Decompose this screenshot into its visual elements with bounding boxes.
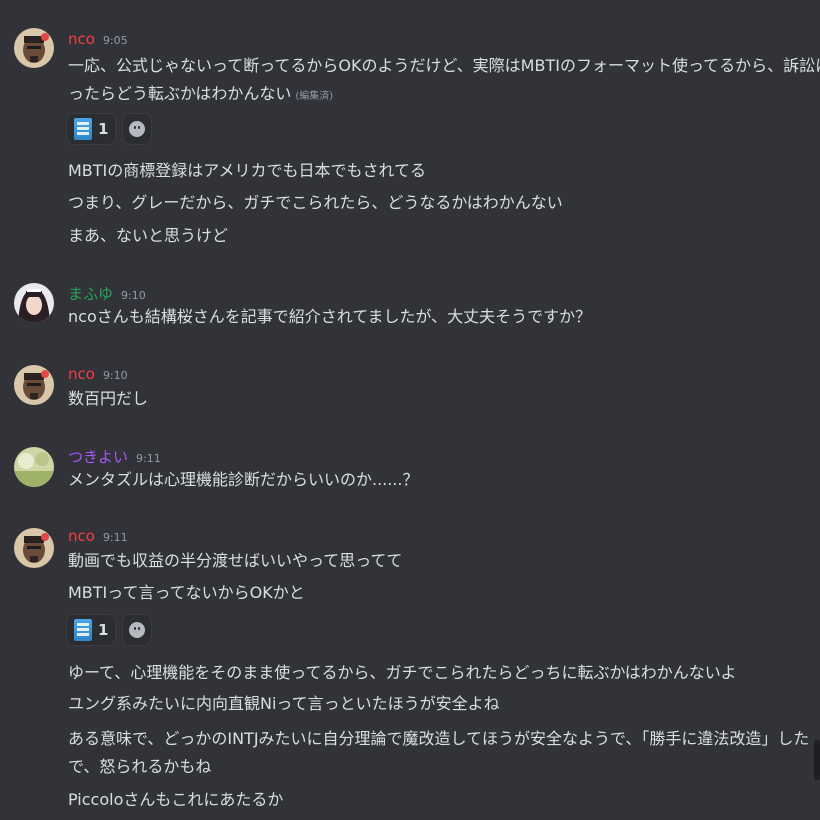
avatar-mafuyu[interactable] <box>14 283 54 323</box>
scrollbar-thumb[interactable] <box>814 740 820 780</box>
chat-message-list: nco 9:05 一応、公式じゃないって断ってるからOKのようだけど、実際はMB… <box>0 0 820 820</box>
reaction-bar: 1 <box>66 614 153 648</box>
timestamp[interactable]: 9:10 <box>103 369 128 382</box>
reaction-count: 1 <box>98 621 109 639</box>
message-text: ユング系みたいに内向直観Niって言っといたほうが安全よね <box>68 694 500 713</box>
message-text: MBTIの商標登録はアメリカでも日本でもされてる <box>68 161 426 180</box>
reaction-count: 1 <box>98 120 109 138</box>
avatar-nco[interactable] <box>14 28 54 68</box>
reaction-button[interactable]: 1 <box>66 113 117 145</box>
timestamp[interactable]: 9:11 <box>103 531 128 544</box>
author-name[interactable]: nco <box>68 365 95 383</box>
message-text: ゆーて、心理機能をそのまま使ってるから、ガチでこられたらどっちに転ぶかはわかんな… <box>68 663 737 682</box>
timestamp[interactable]: 9:10 <box>121 289 146 302</box>
reaction-button[interactable]: 1 <box>66 614 117 646</box>
message-text: ncoさんも結構桜さんを記事で紹介されてましたが、大丈夫そうですか？ <box>68 307 592 326</box>
edited-label: (編集済) <box>295 91 334 102</box>
message-text-part: ったらどう転ぶかはわかんない <box>68 84 292 103</box>
author-name[interactable]: nco <box>68 30 95 48</box>
avatar-nco[interactable] <box>14 528 54 568</box>
message-text: ある意味で、どっかのINTJみたいに自分理論で魔改造してほうが安全なようで、「勝… <box>68 729 810 748</box>
message-text: で、怒られるかもね <box>68 757 212 776</box>
smiley-icon <box>129 622 146 638</box>
message-text: まあ、ないと思うけど <box>68 226 229 245</box>
reaction-bar: 1 <box>66 113 153 147</box>
add-reaction-button[interactable] <box>122 113 153 145</box>
message-text: 一応、公式じゃないって断ってるからOKのようだけど、実際はMBTIのフォーマット… <box>68 56 820 75</box>
author-name[interactable]: nco <box>68 527 95 545</box>
message-text: Piccoloさんもこれにあたるか <box>68 790 284 809</box>
add-reaction-button[interactable] <box>122 614 153 646</box>
author-name[interactable]: まふゆ <box>68 283 113 304</box>
timestamp[interactable]: 9:11 <box>136 452 161 465</box>
author-name[interactable]: つきよい <box>68 446 128 467</box>
avatar-nco[interactable] <box>14 365 54 405</box>
message-text: つまり、グレーだから、ガチでこられたら、どうなるかはわかんない <box>68 193 563 212</box>
message-text: MBTIって言ってないからOKかと <box>68 583 305 602</box>
custom-emoji-icon <box>74 619 92 641</box>
avatar-tsukiyoi[interactable] <box>14 447 54 487</box>
smiley-icon <box>129 121 146 137</box>
custom-emoji-icon <box>74 118 92 140</box>
timestamp[interactable]: 9:05 <box>103 34 128 47</box>
message-text: ったらどう転ぶかはわかんない (編集済) <box>68 80 780 111</box>
message-text: メンタズルは心理機能診断だからいいのか......？ <box>68 470 419 489</box>
message-text: 動画でも収益の半分渡せばいいやって思ってて <box>68 551 403 570</box>
message-text: 数百円だし <box>68 389 149 408</box>
